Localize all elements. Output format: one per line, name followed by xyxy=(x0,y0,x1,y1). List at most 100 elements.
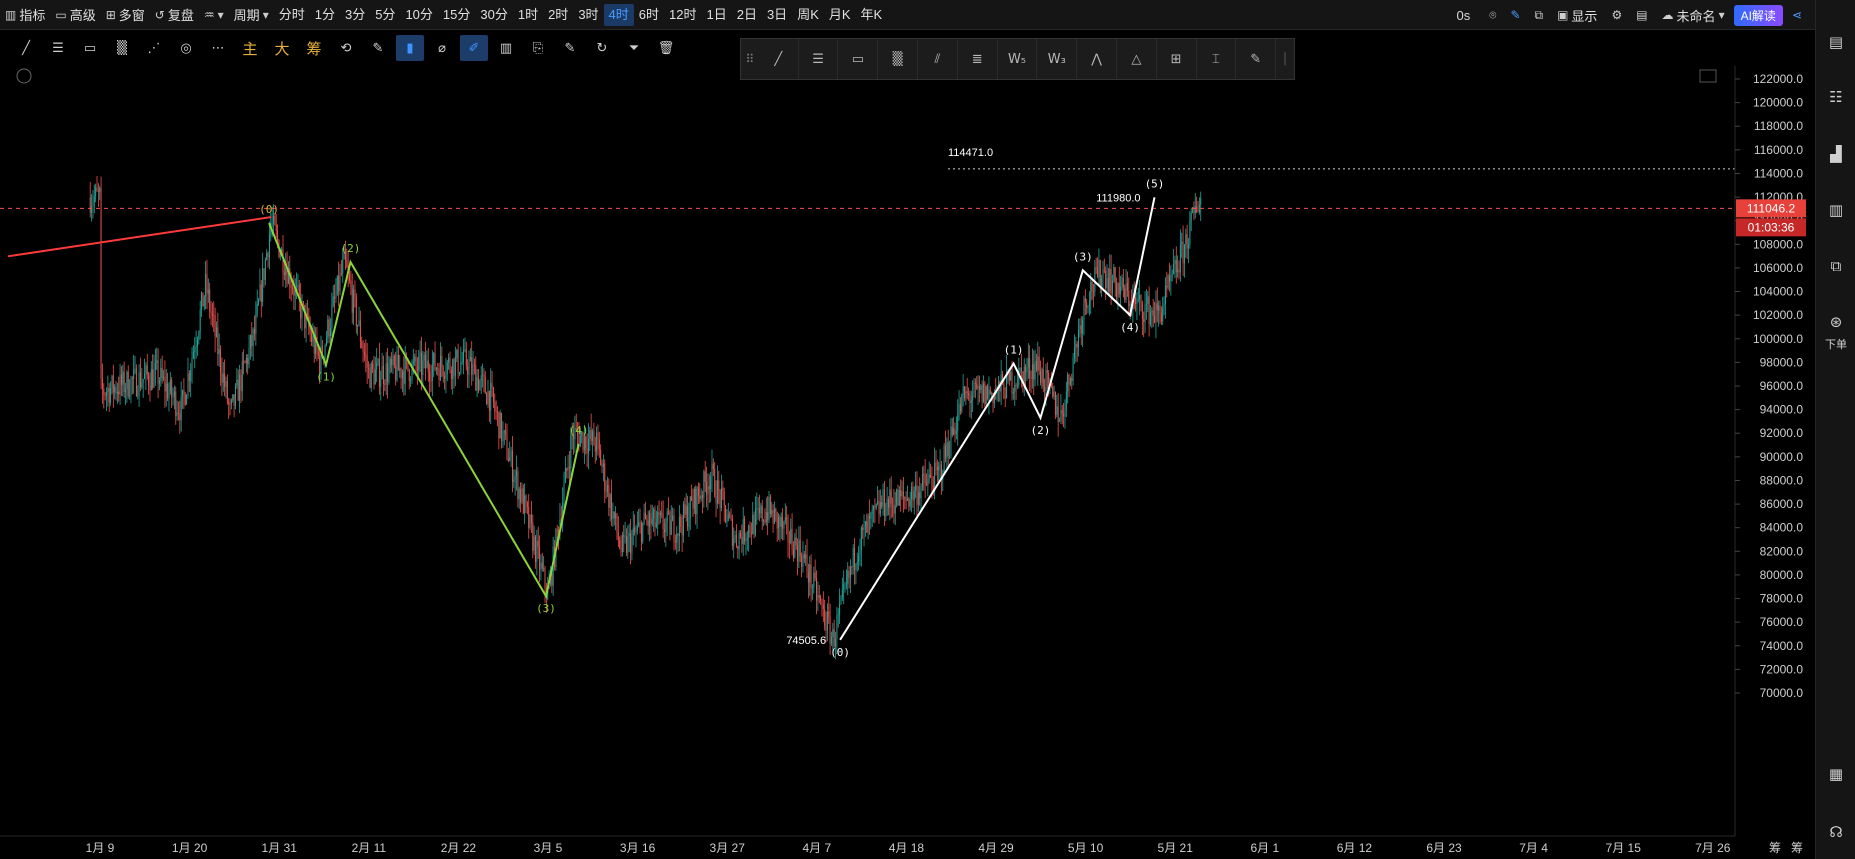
candle-body xyxy=(92,202,94,207)
period-5[interactable]: 15分 xyxy=(438,4,475,26)
candle-body xyxy=(965,391,967,399)
curve-icon[interactable]: ↻ xyxy=(588,35,616,61)
bookmark-icon[interactable]: ▮ xyxy=(396,35,424,61)
trendline-icon[interactable]: ╱ xyxy=(12,35,40,61)
candle-body xyxy=(353,289,355,313)
candle-body xyxy=(1112,280,1113,294)
pen-off-icon[interactable]: ✎ xyxy=(364,35,392,61)
candle-body xyxy=(1059,421,1061,422)
candle-body xyxy=(184,394,186,405)
headset-icon[interactable]: ☊ xyxy=(1824,820,1848,844)
period-0[interactable]: 分时 xyxy=(274,4,310,26)
countdown-text: 01:03:36 xyxy=(1748,220,1795,234)
price-tick-label: 80000.0 xyxy=(1760,568,1804,582)
window-icon[interactable]: ⧉ xyxy=(1824,254,1848,278)
candles-icon[interactable]: ▥ xyxy=(1824,198,1848,222)
candle-body xyxy=(908,498,910,507)
candle-body xyxy=(115,386,117,394)
candle-body xyxy=(235,385,236,406)
candle-body xyxy=(161,367,163,378)
period-8[interactable]: 2时 xyxy=(543,4,573,26)
trash-icon[interactable]: 🗑 xyxy=(652,35,680,61)
candle-body xyxy=(220,349,222,373)
chip-toggle[interactable]: 筹 xyxy=(300,35,328,61)
candle-body xyxy=(217,327,219,354)
share-icon[interactable]: ⋖ xyxy=(1787,3,1807,27)
period-16[interactable]: 周K xyxy=(792,4,824,26)
period-12[interactable]: 12时 xyxy=(664,4,701,26)
magnet-icon[interactable]: ⟲ xyxy=(332,35,360,61)
candle-body xyxy=(957,414,959,431)
fib-icon[interactable]: ⋰ xyxy=(140,35,168,61)
note-icon[interactable]: ✎ xyxy=(556,35,584,61)
candle-body xyxy=(1174,259,1176,265)
display-button[interactable]: ▣ 显示 xyxy=(1552,3,1602,27)
filter-icon[interactable]: ⏷ xyxy=(620,35,648,61)
period-3[interactable]: 5分 xyxy=(370,4,400,26)
camera-icon[interactable]: ⌾ xyxy=(1484,3,1501,27)
period-4[interactable]: 10分 xyxy=(400,4,437,26)
calculator-icon[interactable]: ▦ xyxy=(1824,762,1848,786)
layers-icon[interactable]: ☷ xyxy=(1824,85,1848,109)
period-6[interactable]: 30分 xyxy=(475,4,512,26)
price-chart[interactable]: 114471.0 (0) (1) (2) (3) (4) (0) (1) (2) (3) (4) (5… xyxy=(0,66,1815,859)
candle-body xyxy=(1197,211,1199,213)
candle-body xyxy=(715,496,717,504)
candle-body xyxy=(396,354,398,380)
layout-icon[interactable]: ▤ xyxy=(1631,3,1652,27)
period-17[interactable]: 月K xyxy=(824,4,856,26)
more-icon[interactable]: ⋯ xyxy=(204,35,232,61)
cloud-save-button[interactable]: ☁ 未命名 ▾ xyxy=(1657,3,1730,27)
edit-icon[interactable]: ✎ xyxy=(1505,3,1525,27)
orderbook-icon[interactable]: ▤ xyxy=(1824,30,1848,54)
big-order-toggle[interactable]: 大 xyxy=(268,35,296,61)
candle-body xyxy=(589,429,591,439)
candle-body xyxy=(1052,386,1054,397)
period-9[interactable]: 3时 xyxy=(573,4,603,26)
advanced-button[interactable]: ▭ 高级 xyxy=(50,3,100,27)
draw-mode-icon[interactable]: ✐ xyxy=(460,35,488,61)
candle-body xyxy=(608,484,610,508)
measure-icon[interactable]: ▒ xyxy=(108,35,136,61)
ai-explain-button[interactable]: AI解读 xyxy=(1733,4,1783,26)
ruler-icon[interactable]: ⌀ xyxy=(428,35,456,61)
horizontal-lines-icon[interactable]: ☰ xyxy=(44,35,72,61)
time-tick-label: 1月 31 xyxy=(262,841,298,855)
depth-chart-icon[interactable]: ▟ xyxy=(1824,142,1848,166)
indicator-button[interactable]: ▥ 指标 xyxy=(0,3,50,27)
period-15[interactable]: 3日 xyxy=(762,4,792,26)
new-window-icon[interactable]: ⧉ xyxy=(1530,3,1549,27)
period-2[interactable]: 3分 xyxy=(340,4,370,26)
rectangle-icon[interactable]: ▭ xyxy=(76,35,104,61)
main-chart-toggle[interactable]: 主 xyxy=(236,35,264,61)
candle-body xyxy=(1071,378,1073,381)
drag-handle-icon[interactable]: ⠿ xyxy=(741,52,759,66)
multiwindow-button[interactable]: ⊞ 多窗 xyxy=(101,3,150,27)
period-11[interactable]: 6时 xyxy=(634,4,664,26)
time-tick-label: 4月 7 xyxy=(802,841,831,855)
period-dropdown[interactable]: 周期 ▾ xyxy=(229,3,274,27)
period-7[interactable]: 1时 xyxy=(513,4,543,26)
target-icon[interactable]: ◎ xyxy=(172,35,200,61)
candle-body xyxy=(233,394,235,406)
candle-body xyxy=(440,355,441,381)
order-label[interactable]: 下单 xyxy=(1816,336,1855,352)
candle-body xyxy=(691,496,693,501)
period-10[interactable]: 4时 xyxy=(603,3,634,26)
price-axis[interactable]: 122000.0 120000.0 118000.0 116000.0 114000.0… xyxy=(1734,66,1815,859)
bars-icon[interactable]: ▥ xyxy=(492,35,520,61)
settings-icon[interactable]: ⚙ xyxy=(1606,3,1627,27)
period-1[interactable]: 1分 xyxy=(310,4,340,26)
order-icon[interactable]: ⊛ xyxy=(1824,310,1848,334)
time-axis[interactable]: 1月 9 1月 20 1月 31 2月 11 2月 22 3月 5 3月 16 3月 27 4月… xyxy=(0,835,1803,855)
candle-body xyxy=(782,517,784,529)
period-13[interactable]: 1日 xyxy=(701,4,731,26)
restore-button[interactable]: ↺ 复盘 xyxy=(150,3,199,27)
palette-end-handle-icon[interactable]: ⏐ xyxy=(1276,52,1294,67)
period-14[interactable]: 2日 xyxy=(732,4,762,26)
candle-body xyxy=(256,303,258,315)
chart-type-button[interactable]: ♒ ▾ xyxy=(199,3,229,27)
period-18[interactable]: 年K xyxy=(856,4,888,26)
copy-icon[interactable]: ⎘ xyxy=(524,35,552,61)
candle-body xyxy=(636,526,638,531)
